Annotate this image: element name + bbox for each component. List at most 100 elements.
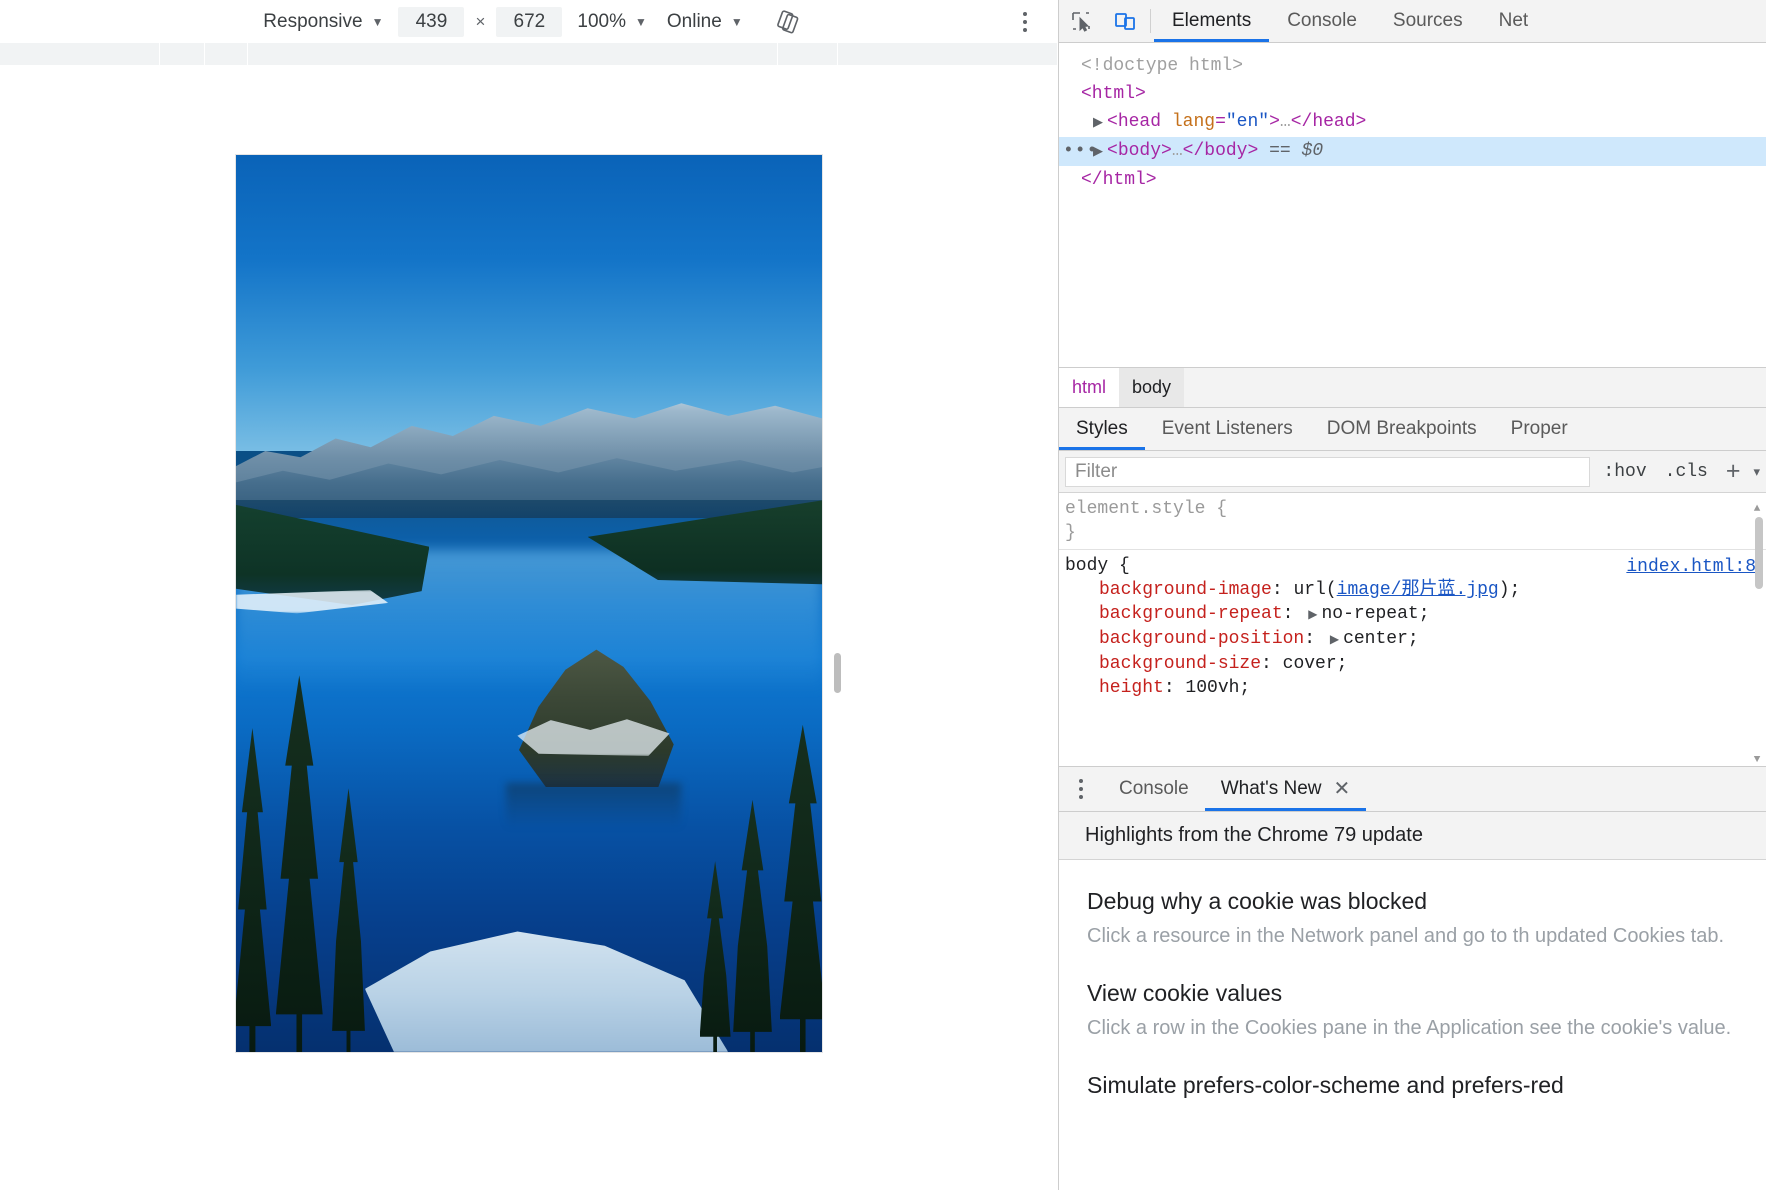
dimension-separator: × [475,11,486,31]
styles-pane[interactable]: element.style { } index.html:8 body { ba… [1059,493,1766,766]
html-close-tag: </html> [1081,170,1157,190]
whats-new-heading: Highlights from the Chrome 79 update [1059,811,1766,860]
tab-styles[interactable]: Styles [1059,408,1145,450]
dom-row-doctype[interactable]: <!doctype html> [1059,52,1766,80]
style-rule-body[interactable]: index.html:8 body { background-image: ur… [1059,549,1766,704]
toolbar-divider [1150,9,1151,33]
sidebar-tabbar: Styles Event Listeners DOM Breakpoints P… [1059,407,1766,451]
devtools-tabbar: Elements Console Sources Net [1059,0,1766,43]
property-name: height [1099,678,1164,698]
property-value: cover; [1282,654,1348,674]
property-value: center; [1343,629,1419,649]
property-value: no-repeat; [1321,604,1430,624]
styles-filter-bar: :hov .cls + ▾ [1059,451,1766,493]
toggle-device-toolbar-icon[interactable] [1103,0,1147,42]
tab-dom-breakpoints[interactable]: DOM Breakpoints [1310,408,1494,450]
dom-row-html-close[interactable]: </html> [1059,166,1766,194]
css-property-background-size[interactable]: background-size: cover; [1065,652,1766,676]
network-throttle-dropdown[interactable]: Online ▼ [657,9,753,35]
dom-row-head[interactable]: ▶ <head lang="en">…</head> [1059,108,1766,137]
tab-elements[interactable]: Elements [1154,0,1270,42]
emulated-page-screen[interactable] [236,155,822,1052]
scene-sky [236,155,822,451]
tab-sources[interactable]: Sources [1375,0,1481,42]
dom-row-html[interactable]: <html> [1059,80,1766,108]
tab-properties[interactable]: Proper [1494,408,1585,450]
breadcrumb-item-body[interactable]: body [1119,368,1185,407]
css-property-background-repeat[interactable]: background-repeat: ▶ no-repeat; [1065,602,1766,627]
whats-new-item[interactable]: View cookie values Click a row in the Co… [1087,980,1748,1042]
device-preset-label: Responsive [263,10,363,32]
style-source-link[interactable]: index.html:8 [1626,555,1756,579]
whats-new-item[interactable]: Debug why a cookie was blocked Click a r… [1087,888,1748,950]
whats-new-item-title[interactable]: View cookie values [1087,980,1748,1007]
drawer-more-icon[interactable] [1059,767,1103,811]
device-toolbar-more-icon[interactable] [1011,7,1039,37]
inspect-element-icon[interactable] [1059,0,1103,42]
head-attr-name: lang [1171,112,1216,132]
property-name: background-position [1099,629,1305,649]
zoom-dropdown[interactable]: 100% ▼ [567,9,657,35]
property-value-suffix: ); [1498,580,1521,600]
tab-elements-label: Elements [1172,10,1252,31]
tab-event-listeners[interactable]: Event Listeners [1145,408,1310,450]
tab-sources-label: Sources [1392,10,1463,31]
close-icon[interactable]: ✕ [1333,779,1350,799]
whats-new-item-title[interactable]: Debug why a cookie was blocked [1087,888,1748,915]
scene-right-trees [576,711,822,1052]
viewport-width-resize-handle[interactable] [834,652,841,693]
viewport-width-input[interactable] [398,6,465,37]
whats-new-item-title[interactable]: Simulate prefers-color-scheme and prefer… [1087,1072,1748,1099]
doctype-text: <!doctype html> [1081,56,1244,76]
drawer-tab-console[interactable]: Console [1103,767,1205,811]
chevron-down-icon[interactable]: ▾ [1753,464,1760,480]
expand-triangle-icon[interactable]: ▶ [1093,109,1107,137]
tab-console-label: Console [1287,10,1357,31]
css-property-background-position[interactable]: background-position: ▶ center; [1065,627,1766,652]
new-style-rule-button[interactable]: + [1721,459,1746,484]
element-classes-button[interactable]: .cls [1660,462,1713,482]
rule-selector: element.style { [1065,499,1228,519]
whats-new-list[interactable]: Debug why a cookie was blocked Click a r… [1059,859,1766,1190]
chevron-down-icon: ▼ [635,14,647,29]
scroll-down-icon[interactable]: ▼ [1750,748,1764,766]
devtools-panel: Elements Console Sources Net <!doctype h… [1059,0,1766,1190]
device-mode-toolbar: Responsive ▼ × 100% ▼ Online ▼ [0,0,1058,43]
background-image-url-link[interactable]: image/那片蓝.jpg [1337,580,1499,600]
property-name: background-image [1099,580,1272,600]
zoom-label: 100% [577,10,626,32]
styles-scrollbar[interactable]: ▲ ▼ [1754,497,1764,766]
throttle-label: Online [666,10,722,32]
property-name: background-size [1099,654,1262,674]
drawer-tabbar: Console What's New ✕ [1059,765,1766,812]
tab-network[interactable]: Net [1481,0,1547,42]
property-value-prefix: url( [1293,580,1337,600]
node-more-icon[interactable]: ••• [1063,137,1098,165]
tab-network-label: Net [1498,10,1529,31]
css-property-background-image[interactable]: background-image: url(image/那片蓝.jpg); [1065,578,1766,602]
devtools-window: Responsive ▼ × 100% ▼ Online ▼ [0,0,1766,1190]
expand-shorthand-icon[interactable]: ▶ [1326,633,1343,647]
drawer-tab-whats-new[interactable]: What's New ✕ [1204,767,1367,811]
style-rule-element-style[interactable]: element.style { } [1059,493,1766,549]
body-tag-name: body [1117,141,1162,161]
dom-tree[interactable]: <!doctype html> <html> ▶ <head lang="en">… [1059,43,1766,367]
scene-left-trees [236,675,459,1052]
device-preset-dropdown[interactable]: Responsive ▼ [253,9,393,35]
scroll-up-icon[interactable]: ▲ [1750,497,1764,515]
css-property-height[interactable]: height: 100vh; [1065,676,1766,700]
tab-console[interactable]: Console [1269,0,1375,42]
breadcrumb-item-html[interactable]: html [1059,368,1120,407]
expand-shorthand-icon[interactable]: ▶ [1304,608,1321,622]
rotate-device-icon[interactable] [771,5,805,39]
whats-new-item[interactable]: Simulate prefers-color-scheme and prefer… [1087,1072,1748,1099]
head-attr-value: "en" [1225,112,1270,132]
head-ellipsis: … [1279,112,1291,132]
property-name: background-repeat [1099,604,1283,624]
styles-filter-input[interactable] [1065,456,1591,487]
toggle-hover-state-button[interactable]: :hov [1598,462,1651,482]
dom-row-body[interactable]: ••• ▶ <body>…</body> == $0 [1059,137,1766,166]
viewport-height-input[interactable] [496,6,563,37]
breadcrumb: html body [1059,367,1766,407]
body-selection-marker: == $0 [1269,141,1324,161]
